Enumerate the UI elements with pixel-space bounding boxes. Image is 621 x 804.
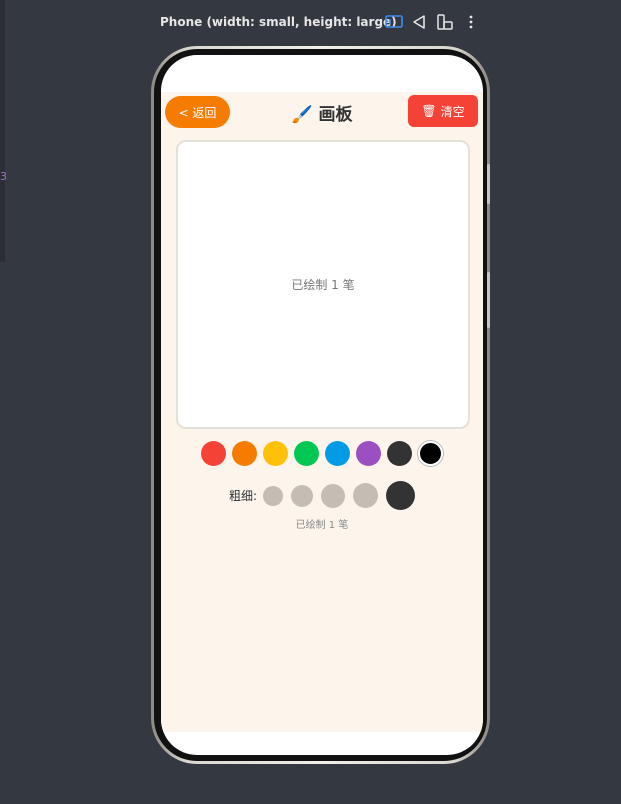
color-palette [161,441,483,466]
thickness-option-medium-thin[interactable] [291,484,314,507]
fold-layout-icon[interactable] [436,13,456,33]
clear-button[interactable]: 🗑 清空 [408,95,478,127]
color-swatch-1[interactable] [201,441,226,466]
clear-button-label: 清空 [440,104,465,119]
drawing-app: < 返回 🖌️ 画板 🗑 清空 已绘制 1 笔 粗细: 已绘制 1 笔 [161,92,483,732]
color-swatch-6[interactable] [356,441,381,466]
tablet-layout-icon[interactable] [385,13,405,33]
color-swatch-3[interactable] [263,441,288,466]
color-swatch-4[interactable] [294,441,319,466]
color-swatch-8[interactable] [418,441,443,466]
power-button [487,272,490,328]
thickness-option-thin[interactable] [263,485,284,506]
trash-icon: 🗑 [421,104,437,118]
volume-button [487,164,490,204]
thickness-option-extra-thick[interactable] [386,481,416,510]
stroke-count-status: 已绘制 1 笔 [295,520,349,531]
color-swatch-2[interactable] [232,441,257,466]
thickness-option-thick[interactable] [353,483,379,508]
phone-screen: < 返回 🖌️ 画板 🗑 清空 已绘制 1 笔 粗细: 已绘制 1 笔 [161,55,483,755]
drawing-canvas[interactable]: 已绘制 1 笔 [176,140,470,429]
more-vertical-icon[interactable] [462,13,482,33]
canvas-stroke-count: 已绘制 1 笔 [291,278,355,292]
thickness-option-medium[interactable] [321,483,346,508]
thickness-selector: 粗细: [161,481,483,510]
editor-gutter-mark: 3 [0,170,7,183]
editor-left-edge [0,0,5,262]
color-swatch-7[interactable] [387,441,412,466]
brush-icon: 🖌️ [291,105,313,125]
thickness-label: 粗细: [228,489,258,503]
page-title-text: 画板 [318,105,353,125]
color-swatch-5[interactable] [325,441,350,466]
rotate-icon[interactable] [410,13,430,33]
device-preview-title: Phone (width: small, height: large) [160,15,397,29]
